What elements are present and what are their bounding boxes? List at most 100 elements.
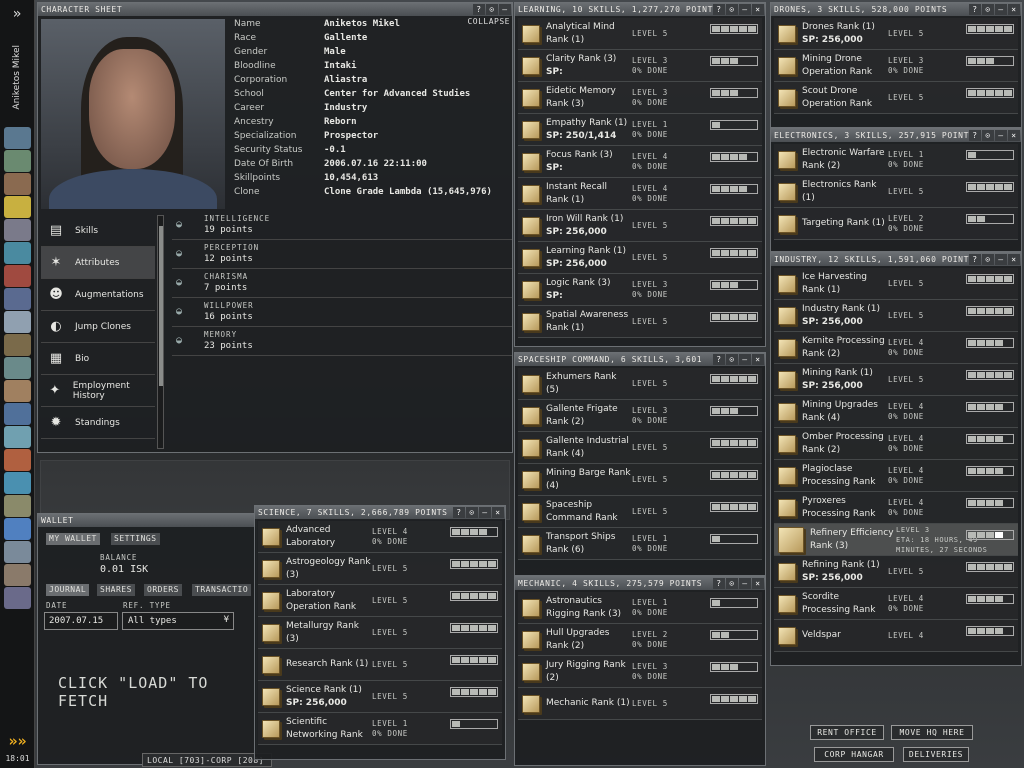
skill-row[interactable]: Mechanic Rank (1) LEVEL 5 xyxy=(518,688,762,720)
skill-row[interactable]: Kernite Processing Rank (2) LEVEL 4 0% DON… xyxy=(774,332,1018,364)
skill-row[interactable]: Industry Rank (1) SP: 256,000 LEVEL 5 xyxy=(774,300,1018,332)
skill-row[interactable]: Science Rank (1) SP: 256,000 LEVEL 5 xyxy=(258,681,502,713)
skill-row[interactable]: Veldspar LEVEL 4 xyxy=(774,620,1018,652)
help-icon[interactable] xyxy=(4,426,31,448)
corp-hangar-button[interactable]: CORP HANGAR xyxy=(814,747,894,762)
tab-attributes[interactable]: ✶ Attributes xyxy=(41,247,155,279)
close-icon[interactable]: × xyxy=(752,578,764,589)
skill-row[interactable]: Transport Ships Rank (6) LEVEL 1 0% DONE xyxy=(518,528,762,560)
skill-row[interactable]: Omber Processing Rank (2) LEVEL 4 0% DONE xyxy=(774,428,1018,460)
skill-row[interactable]: Instant Recall Rank (1) LEVEL 4 0% DONE xyxy=(518,178,762,210)
cargo-icon[interactable] xyxy=(4,334,31,356)
info-icon[interactable]: ? xyxy=(713,4,725,15)
science-titlebar[interactable]: SCIENCE, 7 SKILLS, 2,666,789 POINTS? ⊙ – × xyxy=(255,506,505,519)
info-icon[interactable]: ? xyxy=(713,578,725,589)
skill-row[interactable]: Gallente Industrial Rank (4) LEVEL 5 xyxy=(518,432,762,464)
skill-row[interactable]: Empathy Rank (1) SP: 250/1,414 LEVEL 1 0% D… xyxy=(518,114,762,146)
industry-icon[interactable] xyxy=(4,357,31,379)
wallet-icon[interactable] xyxy=(4,403,31,425)
ship-icon[interactable] xyxy=(4,564,31,586)
tab-journal[interactable]: JOURNAL xyxy=(46,584,90,596)
fitting-icon[interactable] xyxy=(4,219,31,241)
ref-type-select[interactable]: All types ¥ xyxy=(122,612,234,630)
skill-row[interactable]: Spatial Awareness Rank (1) LEVEL 5 xyxy=(518,306,762,338)
skill-row[interactable]: Targeting Rank (1) LEVEL 2 0% DONE xyxy=(774,208,1018,240)
corp-icon[interactable] xyxy=(4,380,31,402)
skill-row[interactable]: Mining Drone Operation Rank LEVEL 3 0% DON… xyxy=(774,50,1018,82)
journal-icon[interactable] xyxy=(4,265,31,287)
close-icon[interactable]: × xyxy=(752,354,764,365)
options-icon[interactable]: ⊙ xyxy=(982,130,994,141)
tab-shares[interactable]: SHARES xyxy=(97,584,135,596)
mail-icon[interactable] xyxy=(4,173,31,195)
skill-row[interactable]: Logic Rank (3) SP: LEVEL 3 0% DONE xyxy=(518,274,762,306)
skill-row[interactable]: Electronic Warfare Rank (2) LEVEL 1 0% DON… xyxy=(774,144,1018,176)
character-sheet-titlebar[interactable]: CHARACTER SHEET ? ⊙ – xyxy=(38,3,512,16)
info-icon[interactable]: ? xyxy=(453,507,465,518)
options-icon[interactable]: ⊙ xyxy=(466,507,478,518)
drone-icon[interactable] xyxy=(4,587,31,609)
tab-bio[interactable]: ▦ Bio xyxy=(41,343,155,375)
minimize-icon[interactable]: – xyxy=(739,578,751,589)
tab-skills[interactable]: ▤ Skills xyxy=(41,215,155,247)
expand-icon[interactable]: » xyxy=(0,0,34,28)
close-icon[interactable]: × xyxy=(1008,130,1020,141)
skill-row[interactable]: Iron Will Rank (1) SP: 256,000 LEVEL 5 xyxy=(518,210,762,242)
spaceship-titlebar[interactable]: SPACESHIP COMMAND, 6 SKILLS, 3,601? ⊙ – × xyxy=(515,353,765,366)
drones-titlebar[interactable]: DRONES, 3 SKILLS, 528,000 POINTS? ⊙ – × xyxy=(771,3,1021,16)
fleet-icon[interactable] xyxy=(4,311,31,333)
tab-jump-clones[interactable]: ◐ Jump Clones xyxy=(41,311,155,343)
electronics-titlebar[interactable]: ELECTRONICS, 3 SKILLS, 257,915 POINTS? ⊙ –… xyxy=(771,129,1021,142)
skill-row[interactable]: Metallurgy Rank (3) LEVEL 5 xyxy=(258,617,502,649)
skill-row[interactable]: Pyroxeres Processing Rank LEVEL 4 0% DONE xyxy=(774,492,1018,524)
skill-row[interactable]: Jury Rigging Rank (2) LEVEL 3 0% DONE xyxy=(518,656,762,688)
character-name-vertical[interactable]: Aniketos Mikel xyxy=(0,28,34,126)
close-icon[interactable]: × xyxy=(752,4,764,15)
minimize-icon[interactable]: – xyxy=(739,4,751,15)
settings-icon[interactable] xyxy=(4,449,31,471)
options-icon[interactable]: ⊙ xyxy=(982,4,994,15)
close-icon[interactable]: × xyxy=(1008,254,1020,265)
globe-icon[interactable] xyxy=(4,472,31,494)
close-icon[interactable]: × xyxy=(492,507,504,518)
wallet-titlebar[interactable]: WALLET xyxy=(38,514,256,527)
info-icon[interactable]: ? xyxy=(969,4,981,15)
move-hq-button[interactable]: MOVE HQ HERE xyxy=(891,725,973,740)
skill-row[interactable]: Plagioclase Processing Rank LEVEL 4 0% DON… xyxy=(774,460,1018,492)
rent-office-button[interactable]: RENT OFFICE xyxy=(810,725,884,740)
skill-row[interactable]: Analytical Mind Rank (1) LEVEL 5 xyxy=(518,18,762,50)
options-icon[interactable]: ⊙ xyxy=(486,4,498,15)
local-chat-tab[interactable]: LOCAL [703]-CORP [208] xyxy=(142,753,272,767)
skill-row[interactable]: Refining Rank (1) SP: 256,000 LEVEL 5 xyxy=(774,556,1018,588)
options-icon[interactable]: ⊙ xyxy=(982,254,994,265)
close-icon[interactable]: × xyxy=(1008,4,1020,15)
info-icon[interactable] xyxy=(4,518,31,540)
minimize-icon[interactable]: – xyxy=(995,254,1007,265)
science-icon[interactable] xyxy=(4,288,31,310)
skill-row[interactable]: Drones Rank (1) SP: 256,000 LEVEL 5 xyxy=(774,18,1018,50)
tab-my-wallet[interactable]: MY WALLET xyxy=(46,533,100,545)
date-input[interactable]: 2007.07.15 xyxy=(44,612,118,630)
industry-titlebar[interactable]: INDUSTRY, 12 SKILLS, 1,591,060 POINTS? ⊙ –… xyxy=(771,253,1021,266)
info-icon[interactable]: ? xyxy=(969,254,981,265)
tabs-scrollbar[interactable] xyxy=(157,215,164,449)
minimize-icon[interactable]: – xyxy=(995,4,1007,15)
skill-row[interactable]: Focus Rank (3) SP: LEVEL 4 0% DONE xyxy=(518,146,762,178)
tab-augmentations[interactable]: ☻ Augmentations xyxy=(41,279,155,311)
tab-transactions[interactable]: TRANSACTIO xyxy=(192,584,252,596)
skill-row[interactable]: Advanced Laboratory LEVEL 4 0% DONE xyxy=(258,521,502,553)
minimize-icon[interactable]: – xyxy=(739,354,751,365)
skill-row[interactable]: Hull Upgrades Rank (2) LEVEL 2 0% DONE xyxy=(518,624,762,656)
skill-row[interactable]: Laboratory Operation Rank LEVEL 5 xyxy=(258,585,502,617)
skill-row[interactable]: Research Rank (1) LEVEL 5 xyxy=(258,649,502,681)
skill-row[interactable]: Astronautics Rigging Rank (3) LEVEL 1 0% D… xyxy=(518,592,762,624)
info-icon[interactable]: ? xyxy=(473,4,485,15)
assets-icon[interactable] xyxy=(4,495,31,517)
minimize-icon[interactable]: – xyxy=(479,507,491,518)
tab-settings[interactable]: SETTINGS xyxy=(111,533,160,545)
skill-row[interactable]: Astrogeology Rank (3) LEVEL 5 xyxy=(258,553,502,585)
options-icon[interactable]: ⊙ xyxy=(726,578,738,589)
minimize-icon[interactable]: – xyxy=(499,4,511,15)
tab-orders[interactable]: ORDERS xyxy=(144,584,182,596)
skill-row[interactable]: Exhumers Rank (5) LEVEL 5 xyxy=(518,368,762,400)
